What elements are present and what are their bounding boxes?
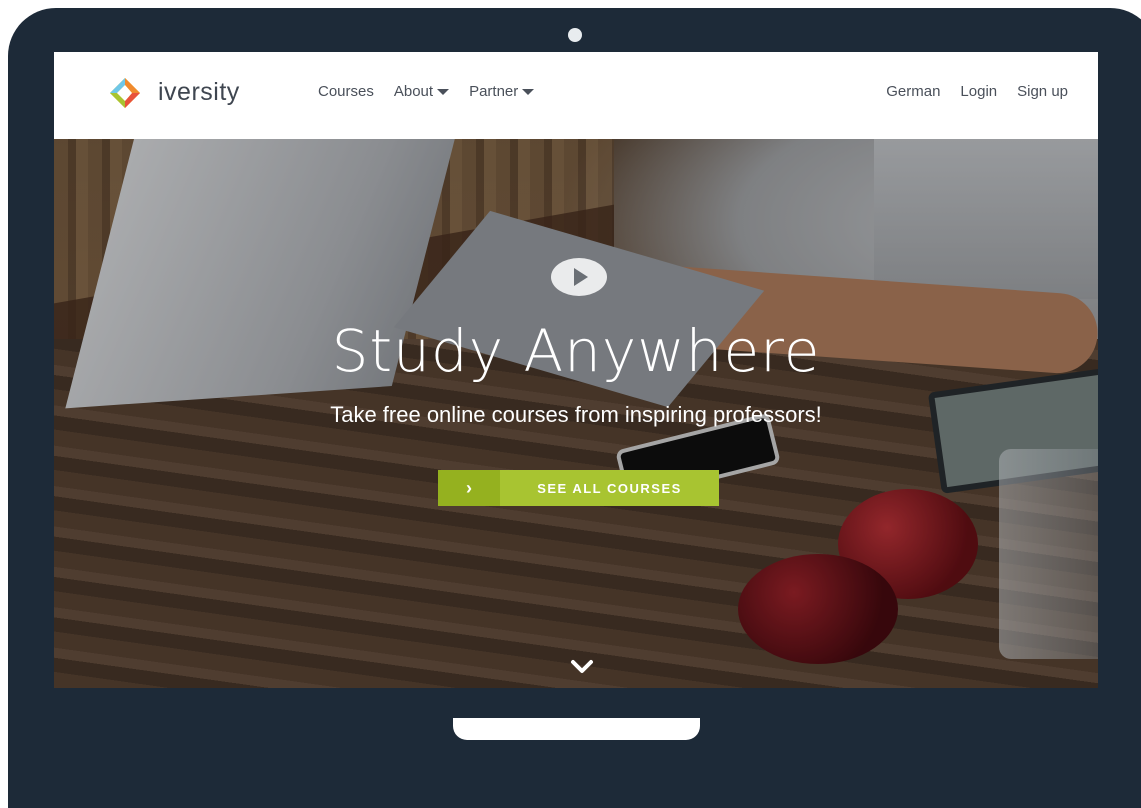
- top-navbar: iversity Courses About Partner German Lo…: [54, 52, 1098, 139]
- cta-label: SEE ALL COURSES: [537, 480, 682, 496]
- hero-subtitle: Take free online courses from inspiring …: [330, 402, 822, 427]
- hero-banner: Study Anywhere Take free online courses …: [54, 139, 1098, 688]
- language-german[interactable]: German: [886, 83, 940, 100]
- login-link[interactable]: Login: [960, 83, 997, 100]
- chevron-right-icon: ›: [438, 470, 500, 506]
- play-icon: [574, 268, 588, 286]
- iversity-logo-icon[interactable]: [104, 76, 146, 115]
- account-nav: German Login Sign up: [886, 83, 1068, 100]
- chevron-down-icon: [571, 660, 593, 673]
- nav-courses[interactable]: Courses: [318, 83, 374, 100]
- signup-link[interactable]: Sign up: [1017, 83, 1068, 100]
- nav-partner-label: Partner: [469, 83, 519, 100]
- scroll-down-button[interactable]: [569, 657, 595, 677]
- main-nav: Courses About Partner: [318, 83, 535, 100]
- frame-edge: [0, 600, 8, 788]
- laptop-notch: [453, 718, 700, 740]
- caret-down-icon: [437, 89, 450, 96]
- brand-name[interactable]: iversity: [158, 78, 240, 107]
- hero-title: Study Anywhere: [331, 317, 821, 385]
- camera-dot: [568, 28, 582, 42]
- nav-about[interactable]: About: [393, 83, 450, 100]
- play-video-button[interactable]: [551, 258, 607, 296]
- see-all-courses-button[interactable]: › SEE ALL COURSES: [438, 470, 719, 506]
- caret-down-icon: [522, 89, 535, 96]
- nav-about-label: About: [393, 83, 434, 100]
- browser-screen: iversity Courses About Partner German Lo…: [54, 52, 1098, 688]
- nav-partner[interactable]: Partner: [469, 83, 535, 100]
